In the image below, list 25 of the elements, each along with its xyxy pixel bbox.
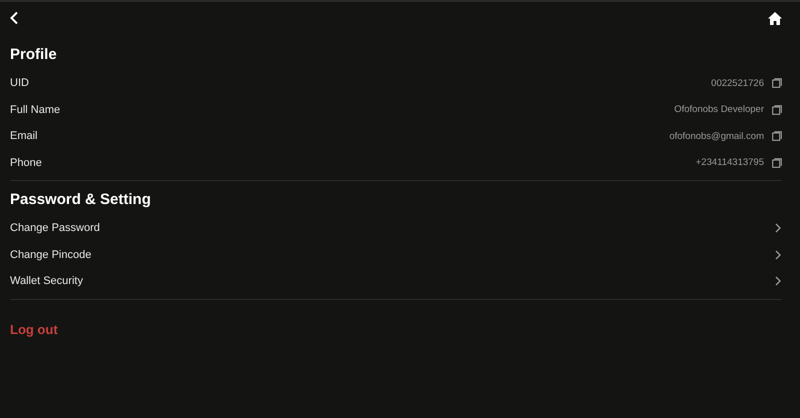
menu-item[interactable]: Wallet Security	[10, 275, 775, 288]
field-label: UID	[10, 77, 30, 90]
field-label: Phone	[10, 156, 43, 169]
field-value: 0022521726	[711, 78, 764, 89]
home-button[interactable]	[768, 12, 782, 24]
chevron-right-icon	[775, 250, 781, 260]
copy-icon[interactable]	[772, 78, 782, 88]
home-icon	[768, 12, 782, 24]
copy-icon[interactable]	[772, 104, 782, 115]
back-icon	[9, 11, 19, 25]
field-value: ofofonobs@gmail.com	[669, 130, 764, 142]
logout-button[interactable]: Log out	[10, 322, 58, 336]
section-title: Profile	[10, 45, 58, 65]
menu-item[interactable]: Change Pincode	[10, 248, 775, 261]
back-button[interactable]	[9, 11, 19, 25]
field-value: Ofofonobs Developer	[674, 104, 764, 116]
menu-item[interactable]: Change Password	[10, 222, 775, 234]
field-label: Full Name	[10, 104, 62, 116]
field-value: +234114313795	[696, 157, 764, 168]
copy-icon[interactable]	[772, 158, 782, 168]
copy-icon[interactable]	[772, 131, 782, 142]
chevron-right-icon	[775, 223, 781, 234]
section-title: Password & Setting	[10, 190, 152, 210]
chevron-right-icon	[775, 276, 781, 286]
field-label: Email	[10, 130, 39, 142]
